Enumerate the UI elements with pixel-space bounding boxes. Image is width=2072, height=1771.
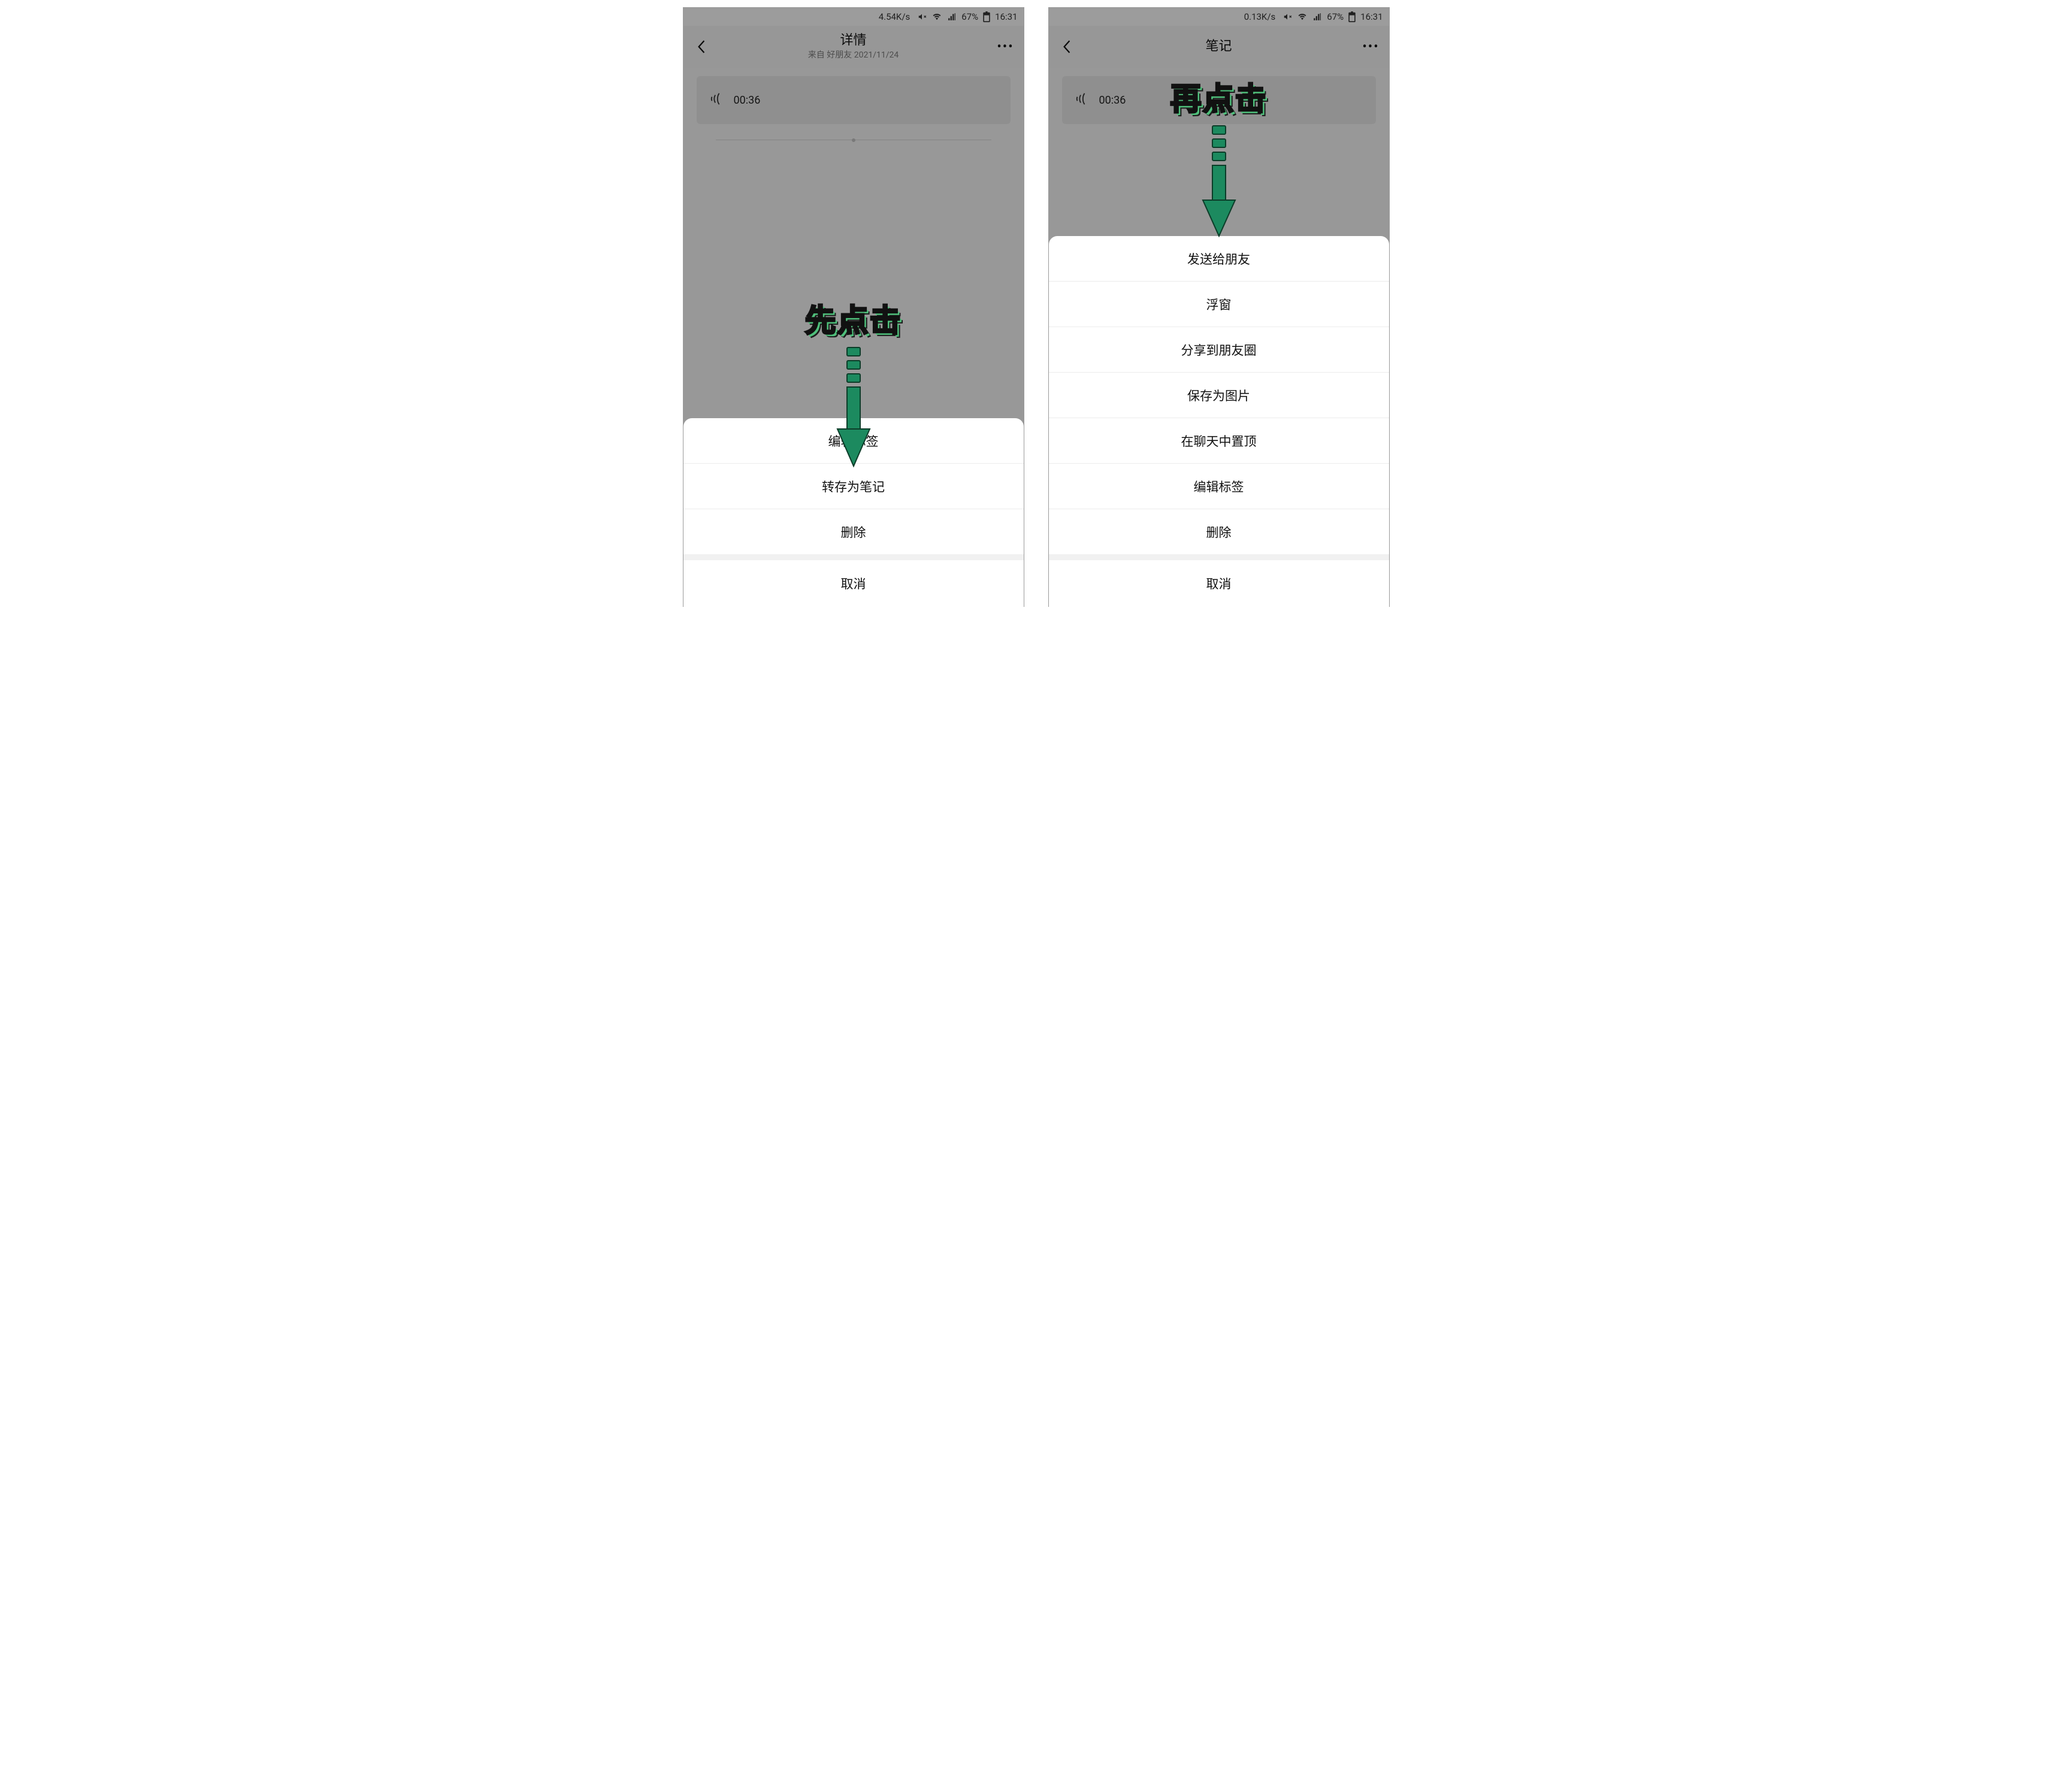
sheet-item-float-window[interactable]: 浮窗 [1049, 281, 1389, 327]
app-header: 详情 来自 好朋友 2021/11/24 ••• [683, 26, 1024, 68]
sheet-cancel-button[interactable]: 取消 [1049, 560, 1389, 607]
back-button[interactable] [691, 36, 712, 58]
screenshot-left: 4.54K/s 67% 16:31 详情 来自 好朋友 2021/11/24 [683, 7, 1024, 607]
battery-text: 67% [1327, 11, 1344, 22]
sheet-item-edit-tag[interactable]: 编辑标签 [1049, 463, 1389, 509]
battery-icon [983, 11, 990, 22]
screenshot-right: 0.13K/s 67% 16:31 笔记 ••• [1048, 7, 1390, 607]
voice-duration: 00:36 [1099, 94, 1126, 107]
signal-icon [1312, 13, 1322, 21]
sound-wave-icon [1075, 92, 1088, 108]
app-header: 笔记 ••• [1049, 26, 1389, 68]
sheet-item-pin-in-chat[interactable]: 在聊天中置顶 [1049, 418, 1389, 463]
sheet-item-edit-tag[interactable]: 编辑标签 [683, 418, 1024, 463]
more-button[interactable]: ••• [1360, 36, 1382, 58]
sound-wave-icon [710, 92, 723, 108]
wifi-icon [931, 13, 942, 21]
back-button[interactable] [1056, 36, 1078, 58]
voice-duration: 00:36 [734, 94, 761, 107]
sheet-item-save-as-image[interactable]: 保存为图片 [1049, 372, 1389, 418]
status-bar: 4.54K/s 67% 16:31 [683, 8, 1024, 26]
sheet-item-share-moments[interactable]: 分享到朋友圈 [1049, 327, 1389, 372]
page-title: 详情 [712, 33, 995, 49]
status-bar: 0.13K/s 67% 16:31 [1049, 8, 1389, 26]
clock-text: 16:31 [1360, 11, 1383, 22]
sheet-cancel-button[interactable]: 取消 [683, 560, 1024, 607]
battery-text: 67% [961, 11, 978, 22]
sheet-item-delete[interactable]: 删除 [1049, 509, 1389, 554]
sheet-item-delete[interactable]: 删除 [683, 509, 1024, 554]
net-speed: 0.13K/s [1244, 11, 1276, 22]
sheet-gap [1049, 554, 1389, 560]
sheet-item-save-as-note[interactable]: 转存为笔记 [683, 463, 1024, 509]
voice-message-card[interactable]: 00:36 [697, 76, 1011, 124]
action-sheet: 发送给朋友 浮窗 分享到朋友圈 保存为图片 在聊天中置顶 编辑标签 删除 取消 [1049, 236, 1389, 607]
annotation-text: 先点击 [804, 295, 902, 340]
more-button[interactable]: ••• [995, 36, 1017, 58]
net-speed: 4.54K/s [879, 11, 911, 22]
signal-icon [947, 13, 957, 21]
mute-icon [1282, 13, 1292, 21]
mute-icon [917, 13, 927, 21]
wifi-icon [1297, 13, 1308, 21]
page-subtitle: 来自 好朋友 2021/11/24 [712, 50, 995, 61]
clock-text: 16:31 [995, 11, 1017, 22]
battery-icon [1348, 11, 1356, 22]
sheet-item-send-to-friend[interactable]: 发送给朋友 [1049, 236, 1389, 281]
voice-message-card[interactable]: 00:36 [1062, 76, 1376, 124]
sheet-gap [683, 554, 1024, 560]
action-sheet: 编辑标签 转存为笔记 删除 取消 [683, 418, 1024, 607]
page-title: 笔记 [1078, 39, 1360, 55]
arrow-down-icon [1197, 123, 1239, 240]
